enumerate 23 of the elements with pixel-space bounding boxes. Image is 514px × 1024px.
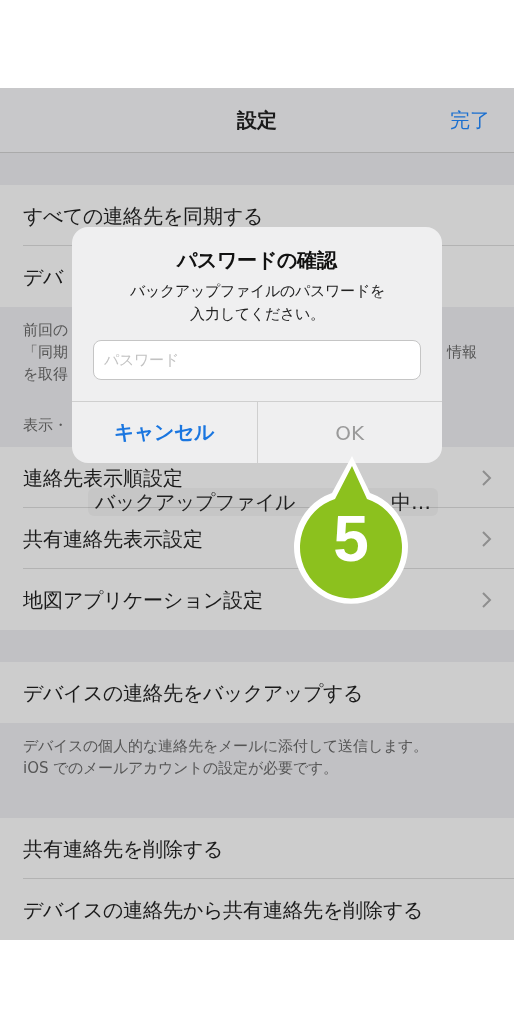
row-label: 共有連絡先を削除する <box>23 838 223 859</box>
dialog-title: パスワードの確認 <box>177 247 337 274</box>
row-label: デバ <box>23 266 63 287</box>
nav-title: 設定 <box>237 106 277 134</box>
dialog-message: バックアップファイルのパスワードを 入力してください。 <box>129 281 385 325</box>
row-label: すべての連絡先を同期する <box>23 205 263 226</box>
settings-row[interactable]: 共有連絡先を削除する <box>0 818 514 879</box>
footer-text: 情報 <box>447 342 477 363</box>
footer-text: を取得 <box>23 364 68 385</box>
footer-text: 前回の <box>23 320 68 341</box>
settings-row[interactable]: 地図アプリケーション設定 <box>0 569 514 630</box>
row-label: 地図アプリケーション設定 <box>23 589 263 610</box>
settings-row[interactable]: デバイスの連絡先をバックアップする <box>0 662 514 723</box>
row-label: デバイスの連絡先をバックアップする <box>23 682 363 703</box>
row-label: 連絡先表示順設定 <box>23 467 183 488</box>
section-header: 表示・ <box>23 416 68 435</box>
footer-text: 「同期 <box>23 342 68 363</box>
row-label: デバイスの連絡先から共有連絡先を削除する <box>23 899 423 920</box>
footer-text: iOS でのメールアカウントの設定が必要です。 <box>23 758 339 779</box>
password-field[interactable]: パスワード <box>93 340 421 380</box>
settings-row[interactable]: デバイスの連絡先から共有連絡先を削除する <box>0 879 514 940</box>
row-label: 共有連絡先表示設定 <box>23 528 203 549</box>
footer-text: デバイスの個人的な連絡先をメールに添付して送信します。 <box>23 736 428 757</box>
